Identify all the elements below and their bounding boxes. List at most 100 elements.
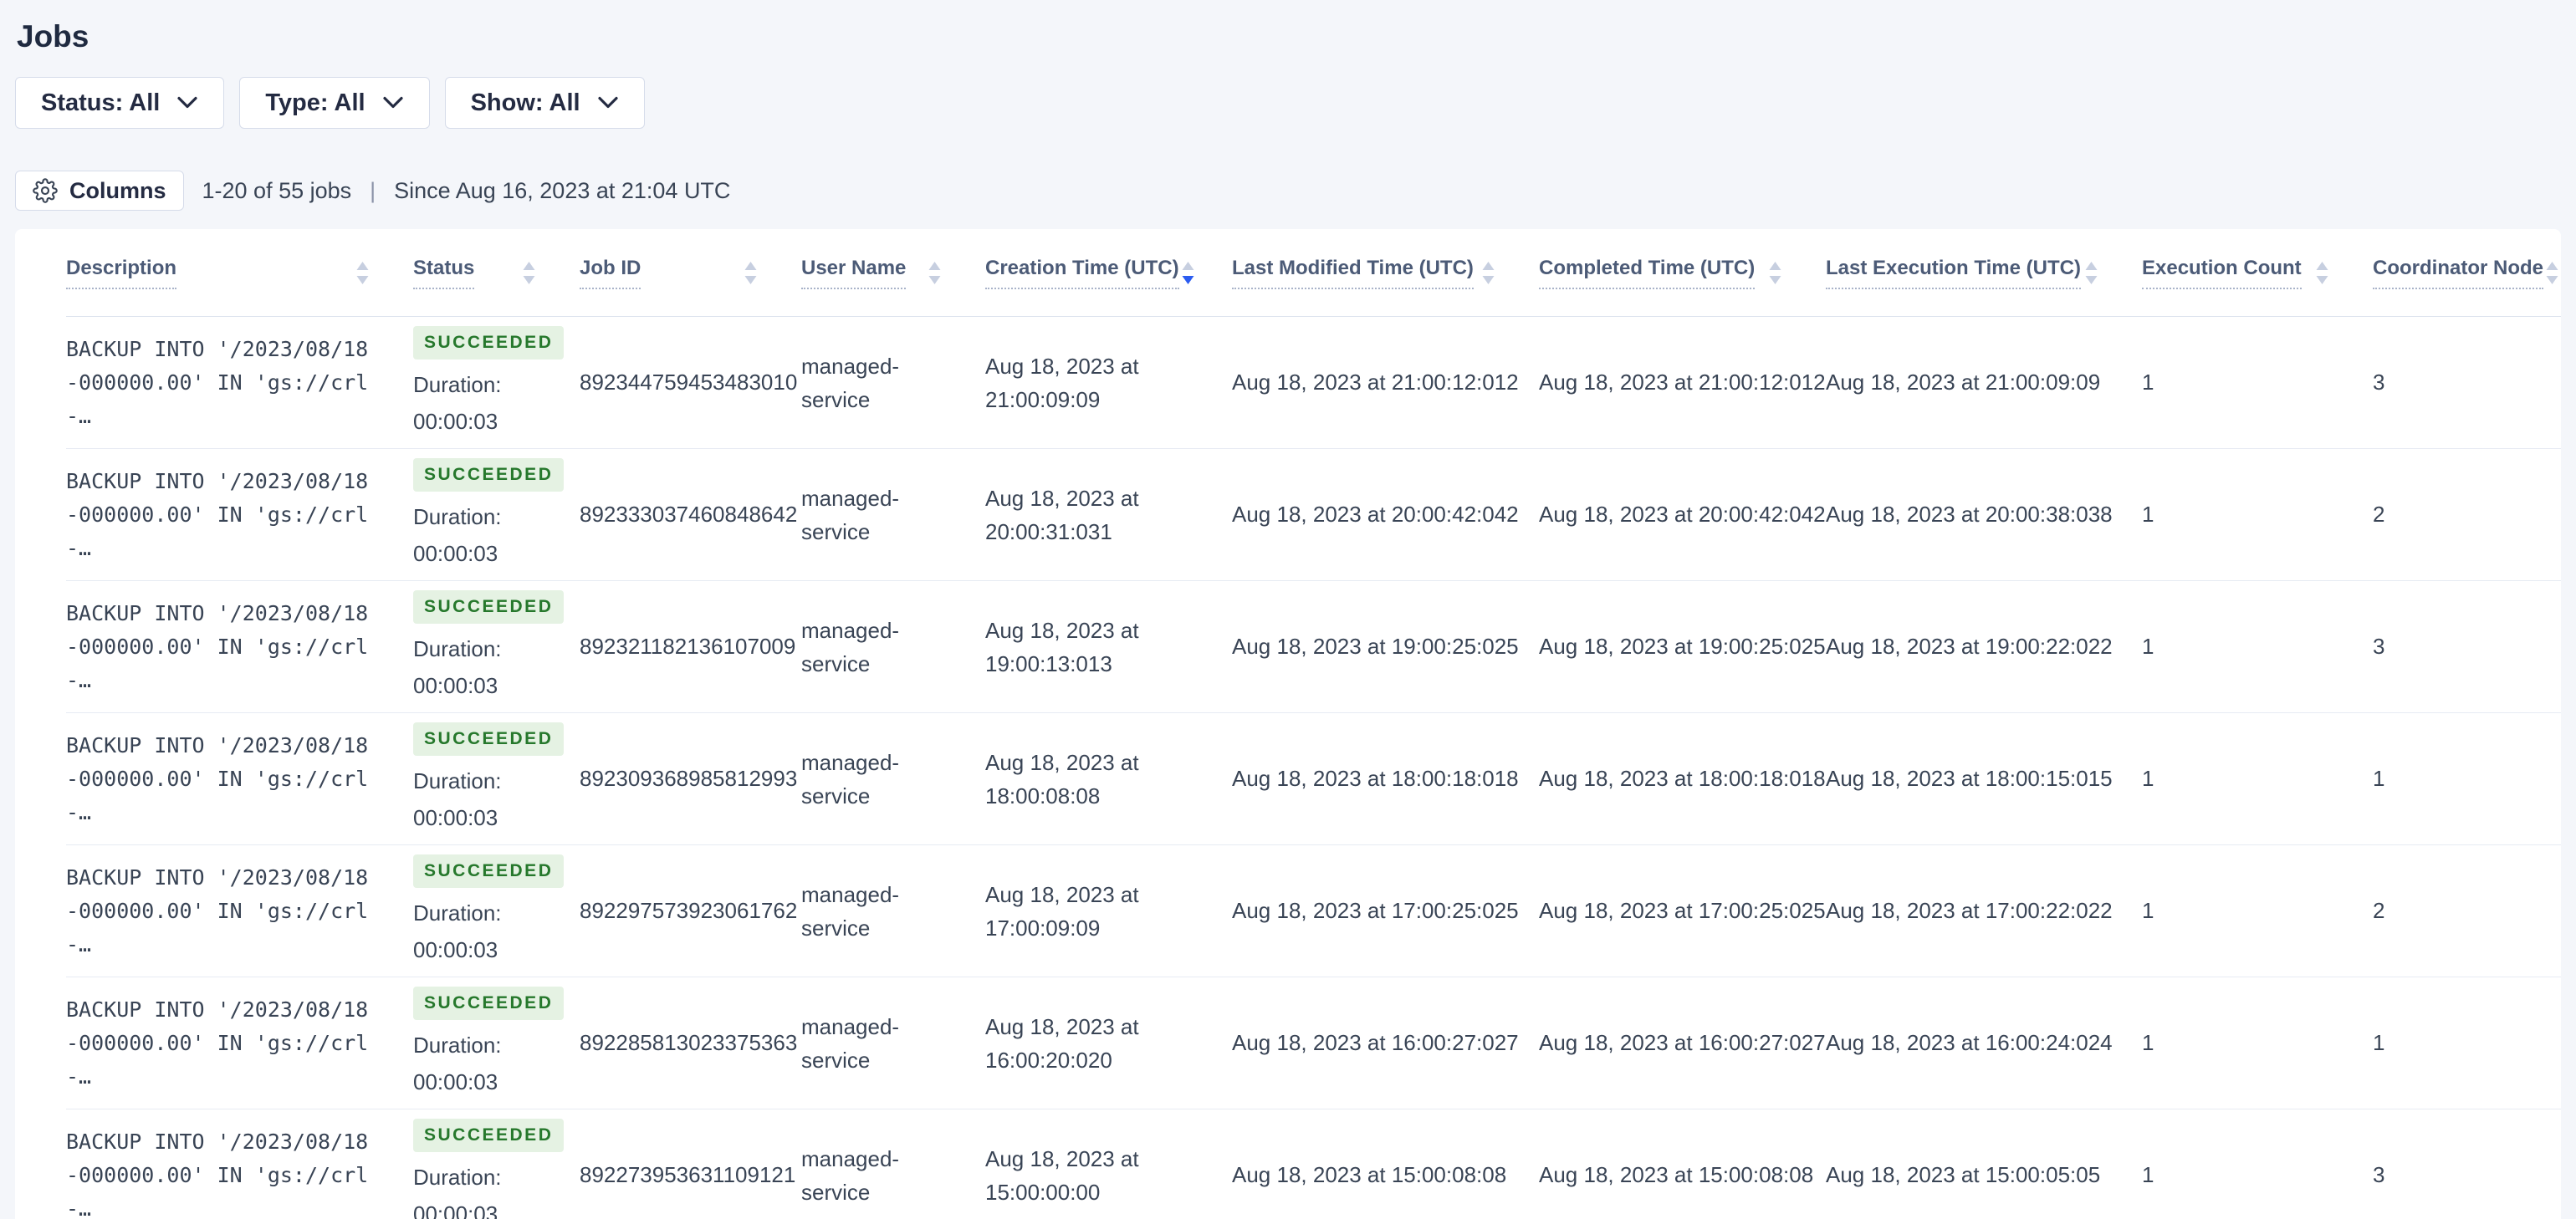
filter-dropdown-show[interactable]: Show: All — [444, 77, 645, 129]
column-header[interactable]: Coordinator Node — [2373, 257, 2561, 289]
column-header[interactable]: Last Execution Time (UTC) — [1826, 257, 2142, 289]
execution-count: 1 — [2142, 1030, 2154, 1055]
last-execution-time: Aug 18, 2023 at 17:00:22:022 — [1826, 898, 2113, 923]
job-status-cell: SUCCEEDED Duration: 00:00:03 — [413, 1118, 580, 1219]
job-status-cell: SUCCEEDED Duration: 00:00:03 — [413, 722, 580, 836]
status-badge: SUCCEEDED — [413, 325, 565, 360]
gear-icon — [33, 178, 58, 203]
job-id: 892273953631109121 — [580, 1162, 796, 1187]
last-execution-time: Aug 18, 2023 at 20:00:38:038 — [1826, 502, 2113, 527]
job-status-cell: SUCCEEDED Duration: 00:00:03 — [413, 589, 580, 704]
filter-dropdown-status[interactable]: Status: All — [15, 77, 225, 129]
completed-time: Aug 18, 2023 at 21:00:12:012 — [1539, 370, 1826, 395]
column-header-label: Job ID — [580, 257, 641, 289]
job-id: 892297573923061762 — [580, 898, 798, 923]
table-body: BACKUP INTO '/2023/08/18-000000.00' IN '… — [66, 317, 2561, 1219]
column-header[interactable]: User Name — [801, 257, 985, 289]
status-badge: SUCCEEDED — [413, 854, 565, 888]
last-execution-time: Aug 18, 2023 at 21:00:09:09 — [1826, 370, 2101, 395]
jobs-since-text: Since Aug 16, 2023 at 21:04 UTC — [394, 177, 731, 203]
table-row: BACKUP INTO '/2023/08/18-000000.00' IN '… — [66, 977, 2561, 1109]
job-description: BACKUP INTO '/2023/08/18-000000.00' IN '… — [66, 997, 369, 1089]
completed-time: Aug 18, 2023 at 15:00:08:08 — [1539, 1162, 1814, 1187]
status-badge: SUCCEEDED — [413, 986, 565, 1020]
job-id: 892309368985812993 — [580, 766, 798, 791]
job-duration: Duration: 00:00:03 — [413, 1164, 502, 1219]
filter-label: Status: All — [41, 89, 161, 116]
sort-icon — [742, 259, 759, 287]
job-description: BACKUP INTO '/2023/08/18-000000.00' IN '… — [66, 600, 369, 692]
sort-icon — [1766, 259, 1784, 287]
columns-button[interactable]: Columns — [15, 171, 184, 211]
chevron-down-icon — [176, 96, 198, 110]
column-header[interactable]: Status — [413, 257, 580, 289]
job-duration: Duration: 00:00:03 — [413, 900, 502, 962]
filter-row: Status: All Type: All Show: All — [15, 77, 2561, 129]
last-execution-time: Aug 18, 2023 at 16:00:24:024 — [1826, 1030, 2113, 1055]
completed-time: Aug 18, 2023 at 18:00:18:018 — [1539, 766, 1826, 791]
sort-icon — [926, 259, 943, 287]
page-title: Jobs — [17, 19, 89, 54]
coordinator-node: 1 — [2373, 766, 2385, 791]
jobs-table: Description Status Job ID User Name Crea… — [15, 229, 2561, 1219]
job-description: BACKUP INTO '/2023/08/18-000000.00' IN '… — [66, 336, 369, 428]
user-name: managed-service — [801, 1145, 900, 1205]
filter-dropdown-type[interactable]: Type: All — [239, 77, 430, 129]
status-badge: SUCCEEDED — [413, 457, 565, 492]
execution-count: 1 — [2142, 502, 2154, 527]
column-header[interactable]: Creation Time (UTC) — [985, 257, 1232, 289]
coordinator-node: 3 — [2373, 370, 2385, 395]
last-modified-time: Aug 18, 2023 at 20:00:42:042 — [1232, 502, 1519, 527]
toolbar-row: Columns 1-20 of 55 jobs | Since Aug 16, … — [15, 171, 2561, 211]
job-duration: Duration: 00:00:03 — [413, 1032, 502, 1094]
sort-icon — [2083, 259, 2100, 287]
job-description: BACKUP INTO '/2023/08/18-000000.00' IN '… — [66, 468, 369, 560]
sort-icon — [2313, 259, 2331, 287]
columns-button-label: Columns — [69, 177, 166, 203]
column-header[interactable]: Last Modified Time (UTC) — [1232, 257, 1539, 289]
jobs-summary: 1-20 of 55 jobs | Since Aug 16, 2023 at … — [202, 178, 731, 204]
column-header[interactable]: Execution Count — [2142, 257, 2373, 289]
status-badge: SUCCEEDED — [413, 589, 565, 624]
column-header-label: Last Modified Time (UTC) — [1232, 257, 1474, 289]
column-header-label: Last Execution Time (UTC) — [1826, 257, 2081, 289]
job-id: 892285813023375363 — [580, 1030, 798, 1055]
job-status-cell: SUCCEEDED Duration: 00:00:03 — [413, 854, 580, 968]
table-row: BACKUP INTO '/2023/08/18-000000.00' IN '… — [66, 317, 2561, 449]
job-description: BACKUP INTO '/2023/08/18-000000.00' IN '… — [66, 732, 369, 824]
job-duration: Duration: 00:00:03 — [413, 371, 502, 434]
job-status-cell: SUCCEEDED Duration: 00:00:03 — [413, 457, 580, 572]
completed-time: Aug 18, 2023 at 17:00:25:025 — [1539, 898, 1826, 923]
filter-label: Show: All — [470, 89, 580, 116]
chevron-down-icon — [382, 96, 404, 110]
creation-time: Aug 18, 2023 at 17:00:09:09 — [985, 881, 1139, 941]
last-modified-time: Aug 18, 2023 at 15:00:08:08 — [1232, 1162, 1507, 1187]
column-header-label: Execution Count — [2142, 257, 2302, 289]
execution-count: 1 — [2142, 634, 2154, 659]
column-header-label: Status — [413, 257, 475, 289]
column-header[interactable]: Completed Time (UTC) — [1539, 257, 1826, 289]
jobs-count-text: 1-20 of 55 jobs — [202, 177, 352, 203]
creation-time: Aug 18, 2023 at 19:00:13:013 — [985, 617, 1139, 676]
column-header[interactable]: Description — [66, 257, 413, 289]
user-name: managed-service — [801, 617, 900, 676]
coordinator-node: 1 — [2373, 1030, 2385, 1055]
completed-time: Aug 18, 2023 at 19:00:25:025 — [1539, 634, 1826, 659]
table-row: BACKUP INTO '/2023/08/18-000000.00' IN '… — [66, 581, 2561, 713]
sort-icon — [1480, 259, 1497, 287]
user-name: managed-service — [801, 1013, 900, 1073]
execution-count: 1 — [2142, 1162, 2154, 1187]
table-row: BACKUP INTO '/2023/08/18-000000.00' IN '… — [66, 845, 2561, 977]
last-modified-time: Aug 18, 2023 at 21:00:12:012 — [1232, 370, 1519, 395]
last-modified-time: Aug 18, 2023 at 19:00:25:025 — [1232, 634, 1519, 659]
coordinator-node: 2 — [2373, 898, 2385, 923]
column-header-label: User Name — [801, 257, 907, 289]
completed-time: Aug 18, 2023 at 20:00:42:042 — [1539, 502, 1826, 527]
coordinator-node: 3 — [2373, 634, 2385, 659]
column-header[interactable]: Job ID — [580, 257, 801, 289]
job-status-cell: SUCCEEDED Duration: 00:00:03 — [413, 325, 580, 440]
completed-time: Aug 18, 2023 at 16:00:27:027 — [1539, 1030, 1826, 1055]
creation-time: Aug 18, 2023 at 18:00:08:08 — [985, 749, 1139, 808]
filter-label: Type: All — [265, 89, 365, 116]
coordinator-node: 3 — [2373, 1162, 2385, 1187]
